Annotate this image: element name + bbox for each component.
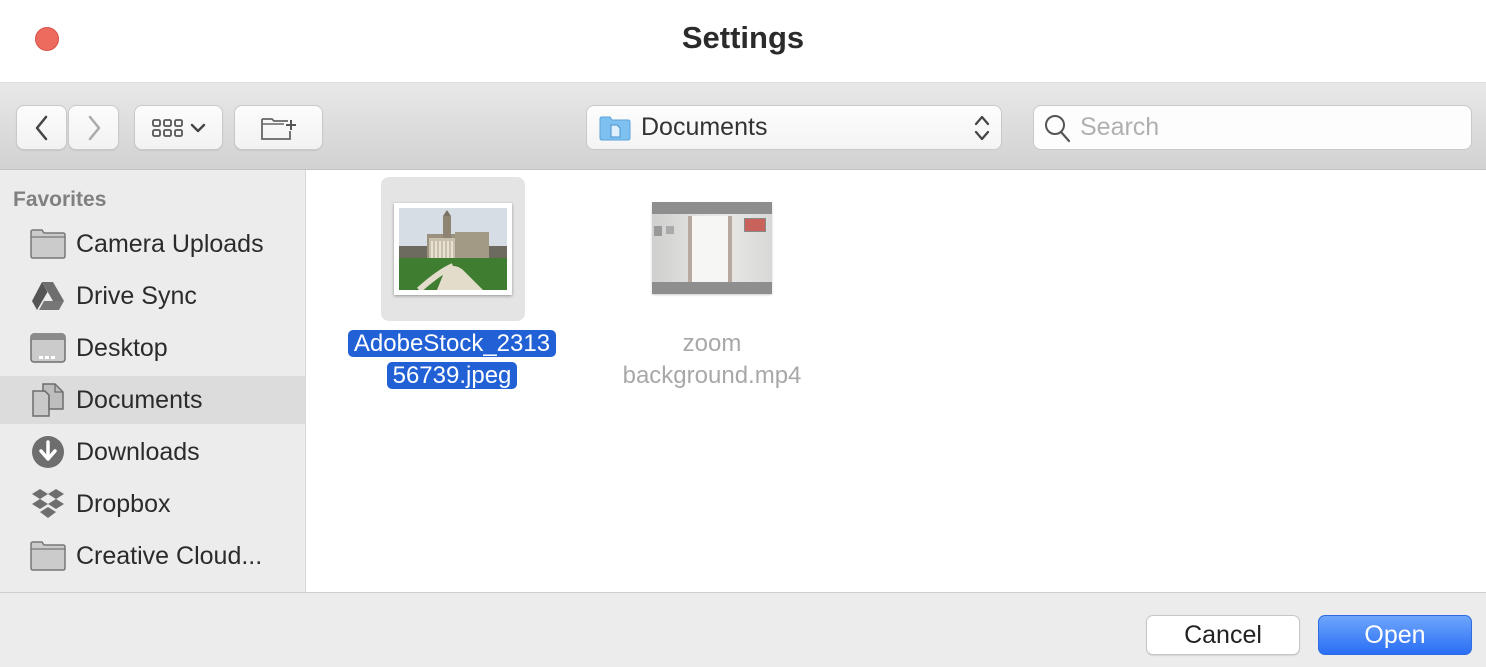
file-name-line2: background.mp4 <box>622 362 802 389</box>
sidebar-item-label: Dropbox <box>76 489 171 518</box>
desktop-icon <box>30 332 66 364</box>
downloads-icon <box>30 436 66 468</box>
sidebar-item-label: Creative Cloud... <box>76 541 263 570</box>
sidebar-item-creative-cloud[interactable]: Creative Cloud... <box>0 532 305 580</box>
search-input[interactable] <box>1080 113 1460 142</box>
window-title: Settings <box>681 20 805 55</box>
documents-folder-icon <box>599 116 631 140</box>
chevron-left-icon <box>35 115 47 140</box>
documents-icon <box>30 383 66 417</box>
sidebar: Favorites Camera Uploads Drive Sync Desk… <box>0 170 306 592</box>
sidebar-item-downloads[interactable]: Downloads <box>0 428 305 476</box>
cancel-button[interactable]: Cancel <box>1146 615 1300 655</box>
view-options-button[interactable] <box>134 105 223 150</box>
sidebar-item-documents[interactable]: Documents <box>0 376 305 424</box>
building-photo-icon <box>399 208 507 290</box>
poster-image <box>744 218 766 232</box>
file-name-mp4[interactable]: zoom background.mp4 <box>602 328 822 392</box>
sidebar-item-camera-uploads[interactable]: Camera Uploads <box>0 220 305 268</box>
toolbar: Documents <box>0 82 1486 170</box>
sidebar-heading-favorites: Favorites <box>13 188 107 211</box>
folder-icon <box>30 228 66 260</box>
file-item-jpeg[interactable] <box>381 177 525 321</box>
file-item-mp4[interactable] <box>652 202 772 294</box>
location-label: Documents <box>641 113 768 141</box>
file-name-line1: AdobeStock_2313 <box>347 330 557 357</box>
sidebar-item-label: Camera Uploads <box>76 229 264 258</box>
sidebar-item-label: Downloads <box>76 437 200 466</box>
new-folder-icon <box>260 117 296 140</box>
door-image <box>688 216 732 282</box>
frame-image <box>654 226 662 236</box>
video-thumbnail <box>652 214 772 282</box>
location-popup[interactable]: Documents <box>586 105 1002 150</box>
open-file-dialog: Settings Documents Search Favorites Came… <box>0 0 1486 667</box>
chevron-right-icon <box>88 115 100 140</box>
file-name-line1: zoom <box>682 330 742 357</box>
sidebar-item-label: Desktop <box>76 333 168 362</box>
open-button[interactable]: Open <box>1318 615 1472 655</box>
file-name-selected[interactable]: AdobeStock_2313 56739.jpeg <box>342 328 562 392</box>
sidebar-item-desktop[interactable]: Desktop <box>0 324 305 372</box>
new-folder-button[interactable] <box>234 105 323 150</box>
search-icon <box>1045 114 1071 142</box>
dialog-footer: Cancel Open <box>0 592 1486 667</box>
up-down-arrows-icon <box>974 115 990 141</box>
sidebar-item-label: Documents <box>76 385 203 414</box>
search-field[interactable] <box>1033 105 1472 150</box>
folder-icon <box>30 540 66 572</box>
image-thumbnail <box>394 203 512 295</box>
title-bar: Settings <box>0 0 1486 82</box>
back-button[interactable] <box>16 105 67 150</box>
dropbox-icon <box>30 488 66 520</box>
sidebar-item-dropbox[interactable]: Dropbox <box>0 480 305 528</box>
google-drive-icon <box>30 280 66 312</box>
forward-button[interactable] <box>68 105 119 150</box>
file-name-line2: 56739.jpeg <box>386 362 518 389</box>
sidebar-item-label: Drive Sync <box>76 281 197 310</box>
file-browser: AdobeStock_2313 56739.jpeg zoom backgrou… <box>307 170 1486 592</box>
frame-image <box>666 226 674 234</box>
icon-grid-view-icon <box>151 118 183 137</box>
sidebar-item-drive-sync[interactable]: Drive Sync <box>0 272 305 320</box>
chevron-down-icon <box>190 123 205 132</box>
